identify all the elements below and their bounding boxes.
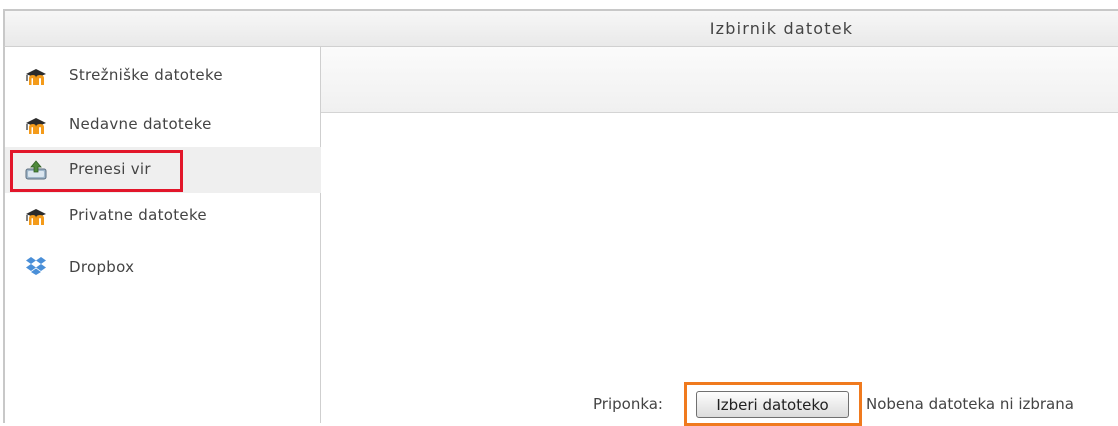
sidebar-item-label: Prenesi vir [69, 160, 151, 178]
dialog-title-bar: Izbirnik datotek [3, 9, 1118, 47]
sidebar-item-label: Privatne datoteke [69, 206, 207, 224]
moodle-icon [25, 208, 47, 226]
moodle-icon [25, 117, 47, 135]
attachment-label: Priponka: [593, 395, 663, 413]
no-file-selected-text: Nobena datoteka ni izbrana [866, 395, 1074, 413]
dialog-title: Izbirnik datotek [709, 19, 854, 38]
moodle-icon [25, 68, 47, 86]
sidebar-item-label: Nedavne datoteke [69, 115, 212, 133]
sidebar-item-server-files[interactable]: Strežniške datoteke [5, 53, 321, 99]
upload-panel: Priponka: Izberi datoteko Nobena datotek… [321, 113, 1118, 426]
sidebar-item-label: Strežniške datoteke [69, 66, 223, 84]
file-picker-dialog: Izbirnik datotek Strežniške datoteke Ned… [0, 0, 1118, 426]
repository-sidebar: Strežniške datoteke Nedavne datoteke Pre… [3, 47, 321, 423]
file-toolbar [321, 47, 1118, 113]
upload-icon [25, 160, 47, 180]
sidebar-item-upload-file[interactable]: Prenesi vir [5, 147, 321, 193]
choose-file-button[interactable]: Izberi datoteko [696, 391, 849, 418]
sidebar-item-private-files[interactable]: Privatne datoteke [5, 193, 321, 239]
sidebar-item-dropbox[interactable]: Dropbox [5, 245, 321, 291]
dropbox-icon [25, 256, 47, 275]
sidebar-item-label: Dropbox [69, 258, 135, 276]
sidebar-item-recent-files[interactable]: Nedavne datoteke [5, 102, 321, 148]
